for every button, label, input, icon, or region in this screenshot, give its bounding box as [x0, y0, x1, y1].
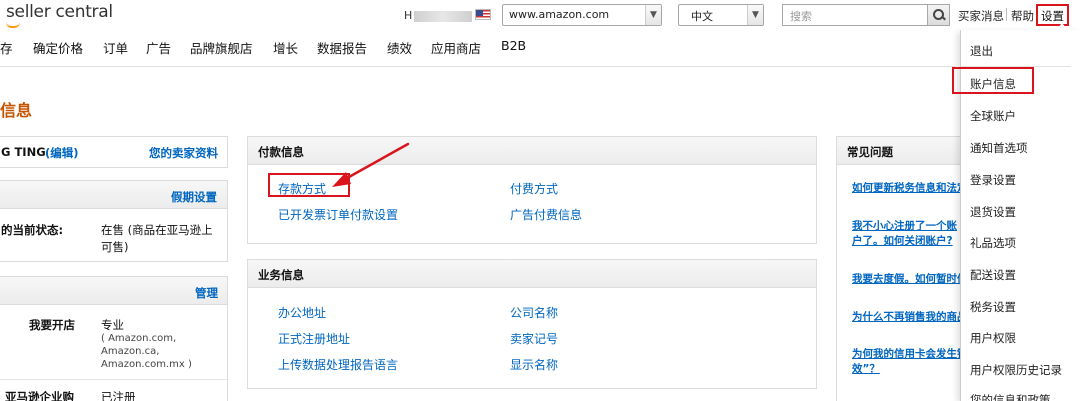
manage-link[interactable]: 管理	[195, 285, 218, 301]
language-select[interactable]: 中文 ▼	[678, 4, 764, 26]
chevron-down-icon: ▼	[645, 5, 661, 25]
business-info-panel: 业务信息 办公地址 公司名称 正式注册地址 卖家记号 上传数据处理报告语言 显示…	[247, 259, 817, 389]
edit-seller-name-link[interactable]: (编辑)	[45, 145, 79, 161]
highlight-box	[952, 67, 1034, 94]
menu-item-tax-settings[interactable]: 税务设置	[970, 299, 1016, 315]
divider	[0, 379, 227, 380]
status-value: 在售 (商品在亚马逊上	[101, 223, 213, 237]
menu-item-gift-options[interactable]: 礼品选项	[970, 235, 1016, 251]
panel-header: 业务信息	[248, 260, 816, 288]
us-flag-icon	[475, 9, 491, 20]
menu-item-global-accounts[interactable]: 全球账户	[970, 108, 1016, 124]
seller-name-panel: G TING (编辑) 您的卖家资料	[0, 136, 228, 168]
company-name-link[interactable]: 公司名称	[510, 304, 558, 321]
nav-reports[interactable]: 数据报告	[317, 38, 367, 57]
menu-item-login-settings[interactable]: 登录设置	[970, 172, 1016, 188]
nav-appstore[interactable]: 应用商店	[431, 38, 481, 57]
seller-name: G TING	[1, 145, 46, 159]
faq-link-tax[interactable]: 如何更新税务信息和法定	[852, 181, 968, 195]
nav-performance[interactable]: 绩效	[387, 38, 412, 57]
legal-address-link[interactable]: 正式注册地址	[278, 330, 350, 347]
faq-link-not-selling[interactable]: 为什么不再销售我的商品	[852, 310, 968, 324]
merchant-name: H	[404, 9, 473, 22]
office-address-link[interactable]: 办公地址	[278, 304, 326, 321]
logo-text: seller central	[6, 2, 113, 22]
panel-header	[0, 277, 227, 305]
marketplace-list-3: Amazon.com.mx )	[101, 359, 192, 370]
invoiced-order-settings-link[interactable]: 已开发票订单付款设置	[278, 206, 398, 223]
search-input[interactable]: 搜索	[782, 4, 950, 26]
vacation-settings-link[interactable]: 假期设置	[171, 189, 217, 205]
menu-item-user-permissions[interactable]: 用户权限	[970, 330, 1016, 346]
help-link[interactable]: 帮助	[1011, 8, 1034, 24]
nav-orders[interactable]: 订单	[103, 38, 128, 57]
caret-up-icon	[1056, 23, 1068, 30]
menu-item-info-policies[interactable]: 您的信息和政策	[970, 392, 1051, 401]
marketplace-select[interactable]: www.amazon.com ▼	[502, 4, 662, 26]
merchant-initial: H	[404, 9, 413, 22]
nav-b2b[interactable]: B2B	[501, 38, 526, 53]
menu-item-notification-preferences[interactable]: 通知首选项	[970, 140, 1028, 156]
nav-inventory[interactable]: 存	[0, 38, 13, 57]
upload-language-link[interactable]: 上传数据处理报告语言	[278, 356, 398, 373]
chevron-down-icon: ▼	[747, 5, 763, 25]
faq-link-close-account[interactable]: 我不小心注册了一个账	[852, 219, 957, 233]
faq-link-credit-card[interactable]: 为何我的信用卡会发生错	[852, 347, 968, 361]
page-title: 信息	[0, 101, 33, 120]
merchant-name-redacted	[414, 10, 473, 22]
seller-central-logo[interactable]: seller central	[6, 2, 113, 28]
menu-item-logout[interactable]: 退出	[970, 43, 993, 59]
business-info-title: 业务信息	[258, 268, 304, 282]
marketplace-value: www.amazon.com	[509, 8, 610, 21]
buyer-messages-link[interactable]: 买家消息	[958, 8, 1004, 24]
nav-growth[interactable]: 增长	[273, 38, 298, 57]
faq-title: 常见问题	[847, 145, 893, 159]
ads-billing-link[interactable]: 广告付费信息	[510, 206, 582, 223]
red-arrow-annotation	[332, 142, 410, 187]
menu-item-permission-history[interactable]: 用户权限历史记录	[970, 362, 1062, 378]
faq-link-close-account-cont[interactable]: 户了。如何关闭账户?	[852, 234, 953, 248]
nav-advertising[interactable]: 广告	[146, 38, 171, 57]
status-value-cont: 可售)	[101, 240, 129, 254]
search-placeholder: 搜索	[790, 10, 812, 23]
listing-status-panel: 假期设置 的当前状态: 在售 (商品在亚马逊上 可售)	[0, 180, 228, 262]
search-icon[interactable]	[927, 5, 949, 25]
menu-item-return-settings[interactable]: 退货设置	[970, 204, 1016, 220]
nav-stores[interactable]: 品牌旗舰店	[190, 38, 253, 57]
faq-link-vacation[interactable]: 我要去度假。如何暂时停	[852, 272, 968, 286]
top-bar: seller central H www.amazon.com ▼ 中文 ▼ 搜…	[0, 0, 1080, 32]
marketplace-list-1: ( Amazon.com,	[101, 333, 177, 344]
display-name-link[interactable]: 显示名称	[510, 356, 558, 373]
seller-token-link[interactable]: 卖家记号	[510, 330, 558, 347]
seller-profile-link[interactable]: 您的卖家资料	[149, 145, 218, 161]
language-value: 中文	[691, 10, 713, 23]
status-label: 的当前状态:	[1, 223, 64, 237]
business-label: 亚马逊企业购	[5, 390, 74, 401]
store-panel: 管理 我要开店 专业 ( Amazon.com, Amazon.ca, Amaz…	[0, 276, 228, 401]
payment-info-title: 付款信息	[258, 145, 304, 159]
faq-link-credit-card-cont[interactable]: 效”？	[852, 362, 880, 376]
marketplace-list-2: Amazon.ca,	[101, 346, 160, 357]
nav-divider	[0, 66, 955, 67]
amazon-smile-icon	[6, 22, 20, 28]
menu-item-shipping-settings[interactable]: 配送设置	[970, 267, 1016, 283]
charge-method-link[interactable]: 付费方式	[510, 180, 558, 197]
settings-label: 设置	[1041, 9, 1064, 23]
business-value: 已注册	[101, 390, 136, 401]
open-store-value: 专业	[101, 318, 124, 332]
divider	[1006, 8, 1007, 21]
open-store-label: 我要开店	[29, 318, 75, 332]
nav-pricing[interactable]: 确定价格	[33, 38, 83, 57]
